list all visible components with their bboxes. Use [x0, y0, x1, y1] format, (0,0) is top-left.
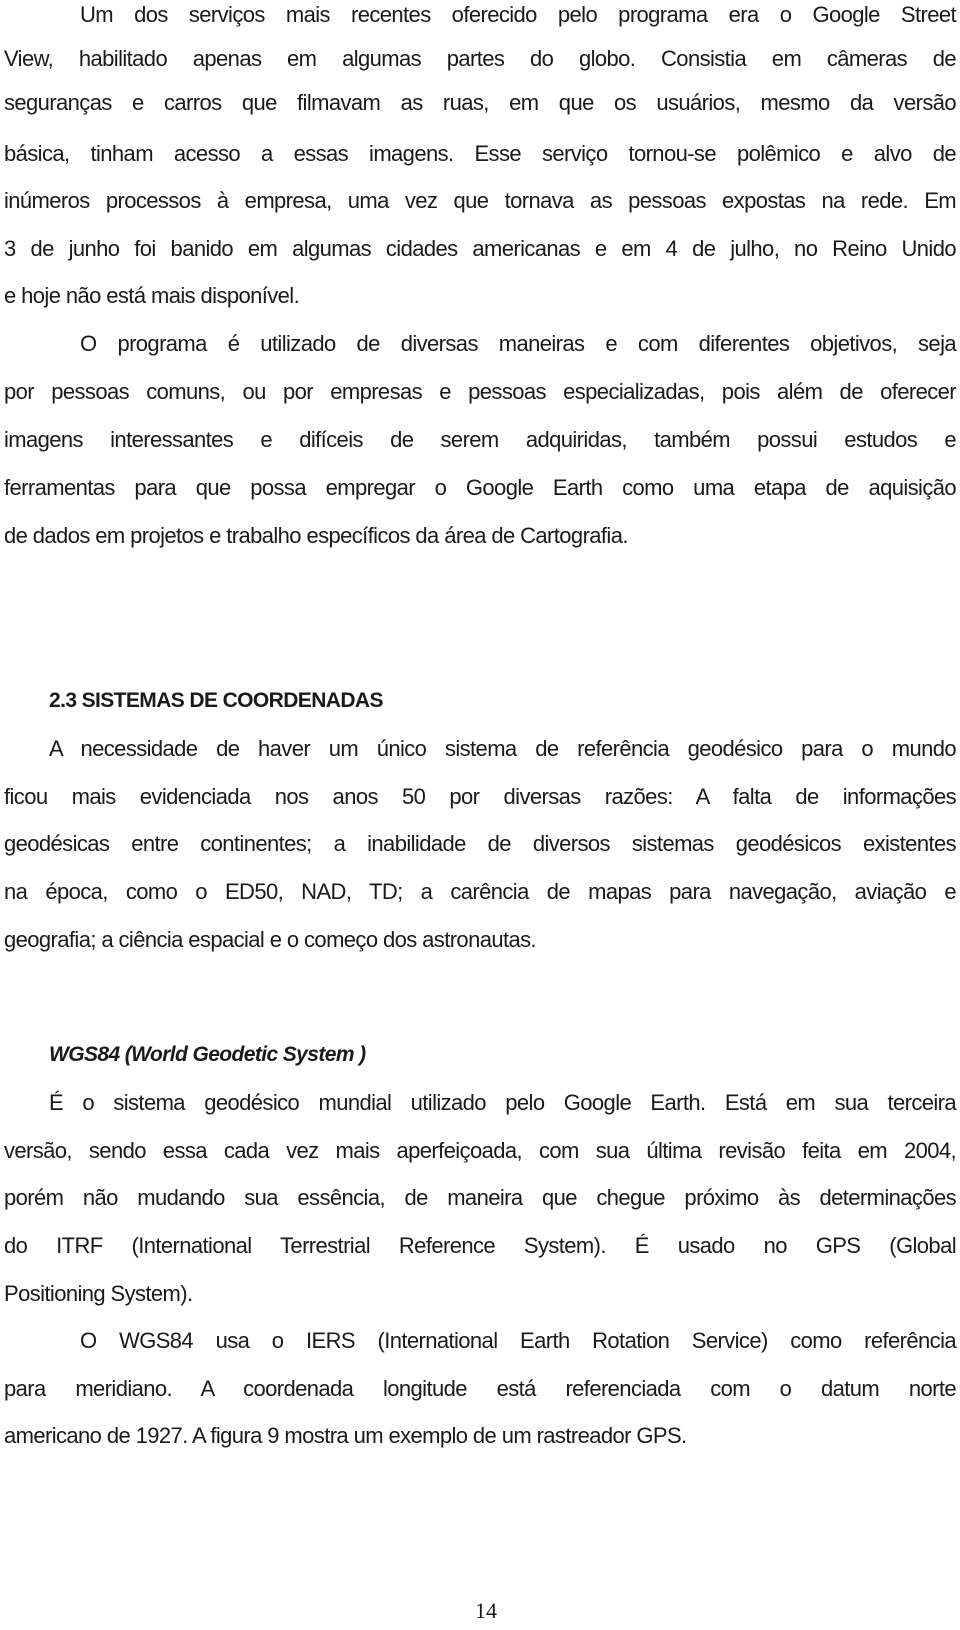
paragraph-line: seguranças e carros que filmavam as ruas…	[4, 90, 957, 115]
document-page: Um dos serviços mais recentes oferecido …	[0, 0, 960, 1630]
paragraph-line: A necessidade de haver um único sistema …	[49, 736, 957, 761]
paragraph-line: do ITRF (International Terrestrial Refer…	[4, 1233, 957, 1258]
paragraph-line: ferramentas para que possa empregar o Go…	[4, 475, 957, 500]
paragraph-line: O WGS84 usa o IERS (International Earth …	[80, 1328, 957, 1353]
paragraph-line: É o sistema geodésico mundial utilizado …	[49, 1090, 957, 1115]
paragraph-line: Positioning System).	[4, 1281, 193, 1306]
paragraph-line: Um dos serviços mais recentes oferecido …	[80, 2, 957, 27]
paragraph-line: americano de 1927. A figura 9 mostra um …	[4, 1423, 687, 1448]
paragraph-line: de dados em projetos e trabalho específi…	[4, 523, 628, 548]
paragraph-line: View, habilitado apenas em algumas parte…	[4, 46, 957, 71]
paragraph-line: 3 de junho foi banido em algumas cidades…	[4, 236, 957, 261]
paragraph-line: inúmeros processos à empresa, uma vez qu…	[4, 188, 957, 213]
paragraph-line: na época, como o ED50, NAD, TD; a carênc…	[4, 879, 957, 904]
paragraph-line: por pessoas comuns, ou por empresas e pe…	[4, 379, 957, 404]
paragraph-line: para meridiano. A coordenada longitude e…	[4, 1376, 957, 1401]
section-heading: 2.3 SISTEMAS DE COORDENADAS	[49, 689, 383, 712]
paragraph-line: geodésicas entre continentes; a inabilid…	[4, 831, 957, 856]
page-number: 14	[475, 1598, 497, 1623]
paragraph-line: imagens interessantes e difíceis de sere…	[4, 427, 957, 452]
paragraph-line: básica, tinham acesso a essas imagens. E…	[4, 141, 957, 166]
paragraph-line: versão, sendo essa cada vez mais aperfei…	[4, 1138, 957, 1163]
paragraph-line: porém não mudando sua essência, de manei…	[4, 1185, 957, 1210]
paragraph-line: ficou mais evidenciada nos anos 50 por d…	[4, 784, 957, 809]
subsection-heading: WGS84 (World Geodetic System )	[49, 1043, 366, 1066]
paragraph-line: e hoje não está mais disponível.	[4, 283, 300, 308]
paragraph-line: O programa é utilizado de diversas manei…	[80, 331, 957, 356]
paragraph-line: geografia; a ciência espacial e o começo…	[4, 927, 537, 952]
